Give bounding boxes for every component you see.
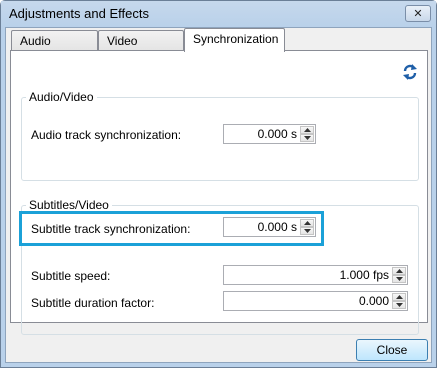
spin-arrows xyxy=(392,293,406,309)
subtitle-duration-factor-value: 0.000 xyxy=(358,294,389,308)
reset-refresh-icon[interactable] xyxy=(401,63,419,81)
tab-label: Synchronization xyxy=(193,32,279,46)
tab-audio-effects[interactable]: Audio Effects xyxy=(11,30,98,68)
subtitle-duration-factor-label: Subtitle duration factor: xyxy=(31,296,155,310)
spin-up-arrow-icon[interactable] xyxy=(300,126,314,134)
subtitle-duration-factor-spinbox[interactable]: 0.000 xyxy=(223,291,408,311)
spin-down-arrow-icon[interactable] xyxy=(392,301,406,309)
synchronization-panel: Audio/Video Audio track synchronization:… xyxy=(10,50,428,335)
spin-arrows xyxy=(300,126,314,142)
spin-up-arrow-icon[interactable] xyxy=(392,267,406,275)
subtitles-video-group-label: Subtitles/Video xyxy=(26,198,112,212)
dialog-client-area: Audio Effects Video Effects Synchronizat… xyxy=(5,27,432,363)
audio-track-sync-value: 0.000 s xyxy=(257,127,297,141)
spin-down-arrow-icon[interactable] xyxy=(300,134,314,142)
subtitle-speed-spinbox[interactable]: 1.000 fps xyxy=(223,265,408,285)
window-close-button[interactable]: ✕ xyxy=(405,5,431,22)
window-title: Adjustments and Effects xyxy=(9,6,149,21)
audio-track-sync-label: Audio track synchronization: xyxy=(31,128,182,142)
tab-video-effects[interactable]: Video Effects xyxy=(98,30,184,68)
dialog-window: Adjustments and Effects ✕ Audio Effects … xyxy=(0,0,437,368)
close-button[interactable]: Close xyxy=(356,339,428,361)
audio-video-group-label: Audio/Video xyxy=(26,90,97,104)
title-bar: Adjustments and Effects ✕ xyxy=(1,1,436,27)
tab-synchronization[interactable]: Synchronization xyxy=(184,28,285,52)
spin-up-arrow-icon[interactable] xyxy=(392,293,406,301)
close-icon: ✕ xyxy=(413,7,423,20)
spin-arrows xyxy=(392,267,406,283)
spin-down-arrow-icon[interactable] xyxy=(392,275,406,283)
audio-track-sync-spinbox[interactable]: 0.000 s xyxy=(223,124,316,144)
subtitle-speed-label: Subtitle speed: xyxy=(31,269,111,283)
subtitle-speed-value: 1.000 fps xyxy=(339,268,389,282)
subtitle-track-highlight-box xyxy=(19,211,324,246)
close-button-label: Close xyxy=(376,343,408,357)
